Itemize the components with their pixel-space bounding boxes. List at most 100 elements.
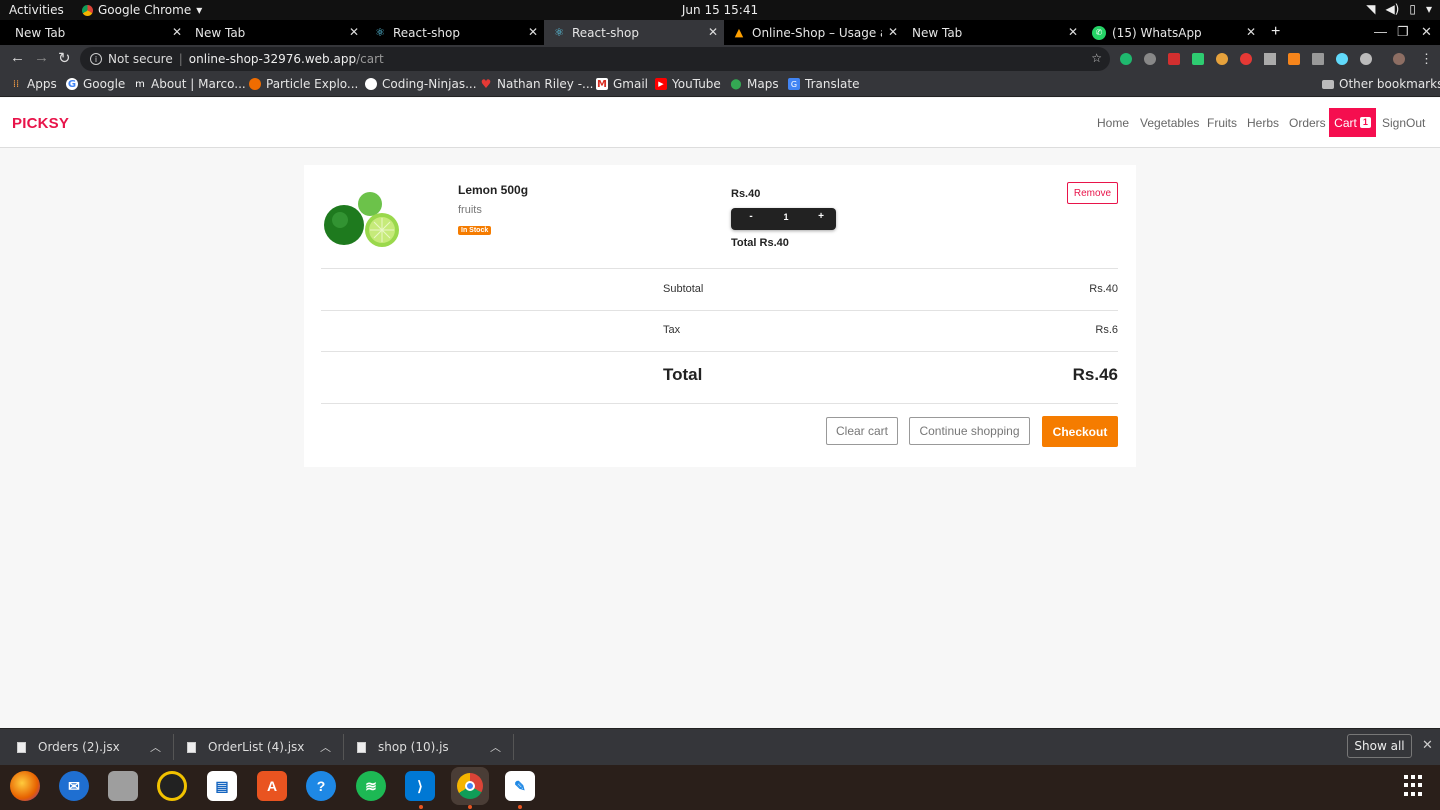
download-item[interactable]: shop (10).js ︿ bbox=[357, 729, 507, 765]
nav-fruits[interactable]: Fruits bbox=[1207, 116, 1237, 130]
extension-icon[interactable] bbox=[1240, 53, 1252, 65]
increment-button[interactable]: + bbox=[815, 211, 827, 222]
brand-logo[interactable]: PICKSY bbox=[12, 115, 69, 132]
forward-arrow-icon[interactable]: → bbox=[34, 49, 49, 66]
download-item[interactable]: OrderList (4).jsx ︿ bbox=[187, 729, 337, 765]
bookmark-nathan-riley[interactable]: ♥ Nathan Riley -... bbox=[480, 77, 594, 91]
gmail-icon: M bbox=[596, 78, 608, 90]
tab-online-shop[interactable]: ▲ Online-Shop – Usage and ✕ bbox=[724, 20, 904, 45]
nav-orders[interactable]: Orders bbox=[1289, 116, 1326, 130]
gnome-top-bar: Activities Google Chrome ▾ Jun 15 15:41 … bbox=[0, 0, 1440, 20]
tab-new-tab-1[interactable]: New Tab ✕ bbox=[7, 20, 188, 45]
google-icon: G bbox=[66, 78, 78, 90]
maximize-icon[interactable]: ❐ bbox=[1397, 24, 1409, 40]
checkout-button[interactable]: Checkout bbox=[1042, 416, 1118, 447]
tab-whatsapp[interactable]: ✆ (15) WhatsApp ✕ bbox=[1084, 20, 1262, 45]
files-icon[interactable] bbox=[108, 771, 138, 801]
nav-signout[interactable]: SignOut bbox=[1382, 116, 1425, 130]
vue-devtools-icon[interactable] bbox=[1264, 53, 1276, 65]
bookmark-gmail[interactable]: M Gmail bbox=[596, 77, 648, 91]
clear-cart-button[interactable]: Clear cart bbox=[826, 417, 898, 445]
download-item[interactable]: Orders (2).jsx ︿ bbox=[17, 729, 167, 765]
spotify-icon[interactable]: ≋ bbox=[356, 771, 386, 801]
bookmark-youtube[interactable]: ▶ YouTube bbox=[655, 77, 721, 91]
bookmark-particle[interactable]: Particle Explo... bbox=[249, 77, 358, 91]
divider bbox=[321, 403, 1118, 404]
github-icon bbox=[365, 78, 377, 90]
close-icon[interactable]: ✕ bbox=[528, 25, 538, 39]
close-icon[interactable]: ✕ bbox=[708, 25, 718, 39]
reload-icon[interactable]: ↻ bbox=[58, 49, 71, 67]
software-icon[interactable]: A bbox=[257, 771, 287, 801]
close-icon[interactable]: ✕ bbox=[1068, 25, 1078, 39]
clock[interactable]: Jun 15 15:41 bbox=[0, 3, 1440, 17]
info-icon[interactable]: i bbox=[90, 53, 102, 65]
other-bookmarks[interactable]: Other bookmarks bbox=[1322, 77, 1440, 91]
tab-react-shop-1[interactable]: ⚛ React-shop ✕ bbox=[365, 20, 544, 45]
chrome-icon[interactable] bbox=[451, 767, 489, 805]
divider bbox=[321, 351, 1118, 352]
bookmark-label: Maps bbox=[747, 77, 779, 91]
continue-shopping-button[interactable]: Continue shopping bbox=[909, 417, 1030, 445]
close-window-icon[interactable]: ✕ bbox=[1421, 24, 1432, 40]
back-arrow-icon[interactable]: ← bbox=[10, 49, 25, 66]
pocket-icon[interactable] bbox=[1168, 53, 1180, 65]
close-icon[interactable]: ✕ bbox=[888, 25, 898, 39]
url-path: /cart bbox=[356, 52, 384, 66]
nav-vegetables[interactable]: Vegetables bbox=[1140, 116, 1199, 130]
show-all-button[interactable]: Show all bbox=[1347, 734, 1412, 758]
extension-icon[interactable] bbox=[1360, 53, 1372, 65]
extension-icon[interactable] bbox=[1144, 53, 1156, 65]
nav-herbs[interactable]: Herbs bbox=[1247, 116, 1279, 130]
bookmark-google[interactable]: G Google bbox=[66, 77, 125, 91]
vscode-icon[interactable]: ⟩ bbox=[405, 771, 435, 801]
writer-icon[interactable]: ▤ bbox=[207, 771, 237, 801]
minimize-icon[interactable]: — bbox=[1374, 24, 1387, 39]
extension-icon[interactable] bbox=[1192, 53, 1204, 65]
new-tab-plus-icon[interactable]: + bbox=[1271, 23, 1280, 41]
bookmark-apps[interactable]: ⁞⁞ Apps bbox=[10, 77, 57, 91]
decrement-button[interactable]: - bbox=[745, 211, 757, 222]
text-editor-icon[interactable]: ✎ bbox=[505, 771, 535, 801]
download-filename: OrderList (4).jsx bbox=[208, 740, 305, 754]
firefox-icon[interactable] bbox=[10, 771, 40, 801]
tab-title: React-shop bbox=[572, 25, 639, 40]
kebab-menu-icon[interactable]: ⋮ bbox=[1420, 51, 1433, 67]
chevron-up-icon[interactable]: ︿ bbox=[150, 739, 161, 755]
react-devtools-icon[interactable] bbox=[1336, 53, 1348, 65]
close-icon[interactable]: ✕ bbox=[172, 25, 182, 39]
close-icon[interactable]: ✕ bbox=[1246, 25, 1256, 39]
system-tray[interactable]: ◥ ◀) ▯ ▾ bbox=[1366, 2, 1432, 16]
tab-new-tab-2[interactable]: New Tab ✕ bbox=[187, 20, 365, 45]
tab-new-tab-3[interactable]: New Tab ✕ bbox=[904, 20, 1084, 45]
rhythmbox-icon[interactable] bbox=[157, 771, 187, 801]
grammarly-icon[interactable] bbox=[1120, 53, 1132, 65]
avatar[interactable] bbox=[1393, 53, 1405, 65]
bookmark-about-marco[interactable]: m About | Marco... bbox=[134, 77, 246, 91]
close-icon[interactable]: ✕ bbox=[1422, 738, 1433, 753]
bookmark-label: Google bbox=[83, 77, 126, 91]
bookmark-label: Coding-Ninjas... bbox=[382, 77, 477, 91]
chevron-up-icon[interactable]: ︿ bbox=[320, 739, 331, 755]
other-bookmarks-label: Other bookmarks bbox=[1339, 77, 1440, 91]
address-bar[interactable]: i Not secure | online-shop-32976.web.app… bbox=[80, 47, 1110, 71]
chevron-up-icon[interactable]: ︿ bbox=[490, 739, 501, 755]
product-name[interactable]: Lemon 500g bbox=[458, 183, 528, 197]
metamask-icon[interactable] bbox=[1288, 53, 1300, 65]
close-icon[interactable]: ✕ bbox=[349, 25, 359, 39]
bookmark-coding-ninjas[interactable]: Coding-Ninjas... bbox=[365, 77, 477, 91]
bookmark-maps[interactable]: ⬤ Maps bbox=[730, 77, 779, 91]
cart-count-badge: 1 bbox=[1359, 117, 1371, 128]
cookie-icon[interactable] bbox=[1216, 53, 1228, 65]
extension-icon[interactable] bbox=[1312, 53, 1324, 65]
thunderbird-icon[interactable]: ✉ bbox=[59, 771, 89, 801]
show-applications-icon[interactable] bbox=[1404, 775, 1426, 797]
bookmark-star-icon[interactable]: ☆ bbox=[1091, 51, 1102, 65]
help-icon[interactable]: ? bbox=[306, 771, 336, 801]
bookmark-translate[interactable]: G Translate bbox=[788, 77, 860, 91]
nav-home[interactable]: Home bbox=[1097, 116, 1129, 130]
remove-button[interactable]: Remove bbox=[1067, 182, 1118, 204]
stock-badge: In Stock bbox=[458, 226, 492, 235]
tab-react-shop-2[interactable]: ⚛ React-shop ✕ bbox=[544, 20, 724, 45]
nav-cart[interactable]: Cart 1 bbox=[1329, 108, 1376, 137]
